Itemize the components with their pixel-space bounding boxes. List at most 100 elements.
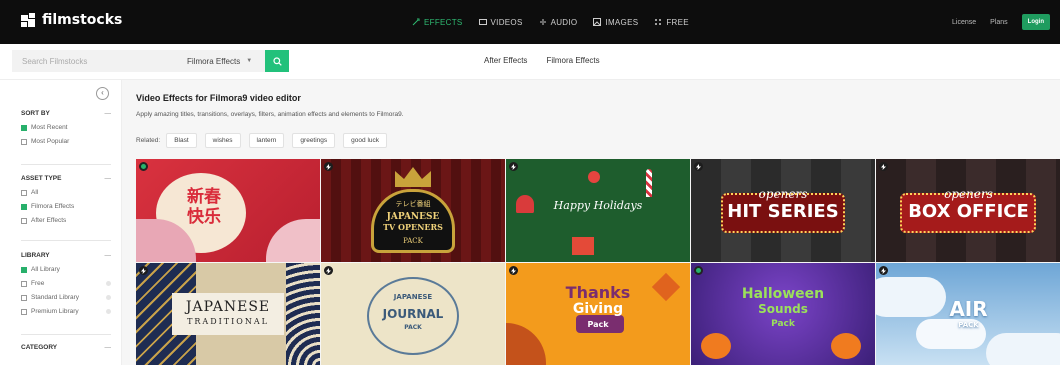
option-standard-library[interactable]: Standard Library [21, 294, 111, 301]
checkbox-icon [21, 308, 27, 315]
effect-card[interactable]: テレビ番組 JAPANESE TV OPENERS PACK [321, 159, 505, 262]
premium-badge-icon [139, 266, 148, 275]
crown-icon [395, 167, 431, 187]
option-label: Most Recent [31, 124, 68, 131]
option-filmora-effects[interactable]: Filmora Effects [21, 203, 111, 210]
checkbox-icon [21, 294, 27, 301]
effect-card[interactable]: openers HIT SERIES [691, 159, 875, 262]
tile-title: AIR PACK [949, 297, 988, 329]
option-label: Free [31, 280, 45, 287]
audio-icon [540, 19, 546, 25]
library-section: LIBRARY — All Library Free Standard Libra… [21, 252, 111, 315]
option-all[interactable]: All [21, 189, 111, 196]
checkbox-icon [21, 280, 27, 287]
tile-title: Thanks Giving Pack [565, 283, 631, 330]
option-premium-library[interactable]: Premium Library [21, 308, 111, 315]
info-icon [106, 281, 111, 286]
search-placeholder: Search Filmstocks [22, 56, 88, 66]
checkbox-icon [21, 138, 27, 145]
collapse-sidebar-button[interactable]: ‹ [96, 87, 109, 100]
option-free[interactable]: Free [21, 280, 111, 287]
main-content: Video Effects for Filmora9 video editor … [122, 80, 1060, 365]
effect-card[interactable]: openers BOX OFFICE [876, 159, 1060, 262]
effect-card[interactable]: JAPANESE JOURNAL PACK [321, 263, 505, 365]
nav-free-label: FREE [666, 17, 689, 27]
effect-card[interactable]: Happy Holidays [506, 159, 690, 262]
tile-title: 新春 快乐 [187, 187, 221, 227]
plans-link[interactable]: Plans [990, 19, 1008, 26]
pumpkin-icon [701, 333, 731, 359]
divider [21, 164, 111, 165]
license-link[interactable]: License [952, 19, 976, 26]
videos-icon [478, 19, 487, 25]
tag-blast[interactable]: Blast [166, 133, 197, 148]
chevron-left-icon: ‹ [101, 88, 104, 97]
effect-card[interactable]: AIR PACK [876, 263, 1060, 365]
search-button[interactable] [265, 50, 289, 72]
search-input[interactable]: Search Filmstocks Filmora Effects ▼ [12, 50, 265, 72]
page-description: Apply amazing titles, transitions, overl… [136, 111, 404, 118]
divider [21, 334, 111, 335]
premium-badge-icon [324, 266, 333, 275]
option-after-effects[interactable]: After Effects [21, 217, 111, 224]
library-heading: LIBRARY [21, 252, 50, 259]
asset-type-dropdown[interactable]: Filmora Effects ▼ [187, 57, 252, 66]
premium-badge-icon [324, 162, 333, 171]
premium-badge-icon [694, 162, 703, 171]
option-most-popular[interactable]: Most Popular [21, 138, 111, 145]
tag-good-luck[interactable]: good luck [343, 133, 387, 148]
tab-after-effects[interactable]: After Effects [484, 56, 527, 65]
tab-filmora-effects[interactable]: Filmora Effects [546, 56, 599, 65]
caret-down-icon: ▼ [246, 58, 253, 64]
minus-icon[interactable]: — [105, 344, 112, 351]
nav-audio[interactable]: AUDIO [539, 18, 578, 27]
effects-icon [412, 18, 420, 26]
brand-logo[interactable]: filmstocks [20, 12, 122, 28]
nav-audio-label: AUDIO [550, 17, 578, 27]
effect-card[interactable]: JAPANESE TRADITIONAL [136, 263, 320, 365]
option-label: Standard Library [31, 294, 80, 301]
info-icon [106, 295, 111, 300]
nav-images-label: IMAGES [605, 17, 639, 27]
tile-title: openers HIT SERIES [727, 187, 839, 222]
info-icon [106, 309, 111, 314]
tag-lantern[interactable]: lantern [248, 133, 285, 148]
free-badge-icon [694, 266, 703, 275]
search-icon [272, 56, 282, 66]
category-section: CATEGORY — [21, 344, 111, 351]
nav-videos-label: VIDEOS [490, 17, 523, 27]
nav-effects[interactable]: EFFECTS [412, 18, 463, 27]
option-label: Most Popular [31, 138, 70, 145]
minus-icon[interactable]: — [105, 252, 112, 259]
nav-images[interactable]: IMAGES [593, 18, 638, 27]
premium-badge-icon [509, 162, 518, 171]
effect-card[interactable]: Halloween Sounds Pack [691, 263, 875, 365]
effect-card[interactable]: Thanks Giving Pack [506, 263, 690, 365]
minus-icon[interactable]: — [105, 110, 112, 117]
option-label: After Effects [31, 217, 67, 224]
effect-card[interactable]: 新春 快乐 [136, 159, 320, 262]
option-all-library[interactable]: All Library [21, 266, 111, 273]
nav-effects-label: EFFECTS [424, 17, 463, 27]
checkbox-icon [21, 189, 27, 196]
asset-type-section: ASSET TYPE — All Filmora Effects After Ef… [21, 175, 111, 224]
sort-by-section: SORT BY — Most Recent Most Popular [21, 110, 111, 145]
login-button[interactable]: Login [1021, 14, 1050, 30]
asset-type-heading: ASSET TYPE [21, 175, 62, 182]
brand-name: filmstocks [42, 12, 123, 28]
top-navbar: filmstocks EFFECTS VIDEOS AUDIO IMAGES F… [0, 0, 1060, 44]
minus-icon[interactable]: — [105, 175, 112, 182]
tag-wishes[interactable]: wishes [204, 133, 241, 148]
related-tags: Related: Blast wishes lantern greetings … [136, 133, 395, 148]
option-label: Premium Library [31, 308, 79, 315]
option-most-recent[interactable]: Most Recent [21, 124, 111, 131]
pumpkin-icon [831, 333, 861, 359]
tag-greetings[interactable]: greetings [292, 133, 336, 148]
option-label: All [31, 189, 39, 196]
checkbox-icon [21, 266, 27, 273]
premium-badge-icon [879, 162, 888, 171]
free-icon [655, 19, 662, 25]
nav-free[interactable]: FREE [654, 18, 689, 27]
tile-title: テレビ番組 JAPANESE TV OPENERS PACK [383, 200, 443, 245]
nav-videos[interactable]: VIDEOS [478, 17, 523, 27]
